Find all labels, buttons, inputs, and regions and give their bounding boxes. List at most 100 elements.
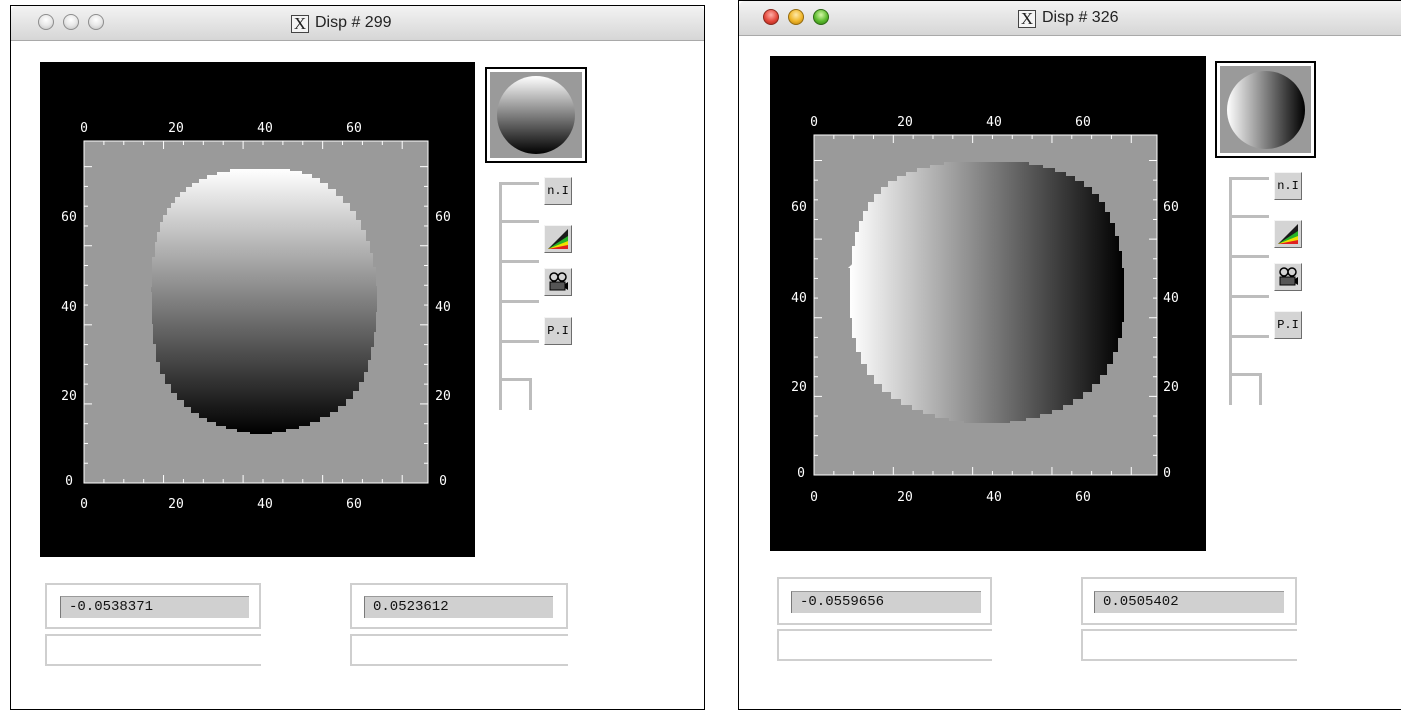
x-top-tick-40: 40 xyxy=(257,121,273,136)
x-top-tick-60: 60 xyxy=(346,121,362,136)
film-camera-icon xyxy=(1279,267,1298,286)
x-bottom-tick-60: 60 xyxy=(1075,490,1091,505)
plot-area[interactable]: 0 20 40 60 0 20 40 60 0 20 40 60 0 20 40… xyxy=(40,62,475,557)
title-bar[interactable]: X Disp # 299 xyxy=(11,6,704,41)
tree-vertical-line xyxy=(1229,177,1232,405)
y-left-tick-0: 0 xyxy=(797,466,805,481)
x-bottom-tick-0: 0 xyxy=(80,497,88,512)
y-right-tick-20: 20 xyxy=(1163,380,1179,395)
tool-tree xyxy=(499,182,579,412)
tree-branch xyxy=(499,260,539,263)
x-bottom-tick-40: 40 xyxy=(986,490,1002,505)
tree-vertical-line xyxy=(499,182,502,410)
zoom-button[interactable] xyxy=(813,9,829,25)
y-right-tick-60: 60 xyxy=(1163,200,1179,215)
tree-branch xyxy=(1229,335,1269,338)
p-i-button-label: P.I xyxy=(547,324,569,338)
x-top-tick-0: 0 xyxy=(80,121,88,136)
thumbnail-disk xyxy=(497,76,575,154)
display-window-326: X Disp # 326 0 20 40 60 0 20 40 60 0 20 … xyxy=(738,0,1401,710)
tree-branch xyxy=(499,220,539,223)
y-right-tick-40: 40 xyxy=(435,300,451,315)
max-value-input[interactable]: 0.0505402 xyxy=(1094,591,1284,613)
x-top-tick-20: 20 xyxy=(897,115,913,130)
phase-disk xyxy=(151,169,377,434)
window-title-text: Disp # 299 xyxy=(315,14,392,31)
tree-branch xyxy=(1229,373,1259,376)
color-table-button[interactable] xyxy=(1274,220,1302,248)
thumbnail-disk xyxy=(1226,70,1305,149)
color-table-button[interactable] xyxy=(544,225,572,253)
min-value-input[interactable]: -0.0538371 xyxy=(60,596,249,618)
n-i-button[interactable]: n.I xyxy=(544,177,572,205)
minimize-button[interactable] xyxy=(63,14,79,30)
tree-stub xyxy=(1259,373,1262,405)
tree-branch xyxy=(499,182,539,185)
n-i-button-label: n.I xyxy=(547,184,569,198)
max-value-secondary-field[interactable] xyxy=(350,634,568,666)
x-top-tick-60: 60 xyxy=(1075,115,1091,130)
max-value-secondary-field[interactable] xyxy=(1081,629,1297,661)
tree-branch xyxy=(1229,295,1269,298)
film-camera-icon xyxy=(549,272,568,291)
max-value-input[interactable]: 0.0523612 xyxy=(364,596,553,618)
min-value-secondary-field[interactable] xyxy=(777,629,992,661)
tree-branch xyxy=(1229,255,1269,258)
color-wedge-icon xyxy=(1278,224,1298,244)
x-bottom-tick-20: 20 xyxy=(897,490,913,505)
y-right-tick-0: 0 xyxy=(439,474,447,489)
y-left-tick-60: 60 xyxy=(61,210,77,225)
y-left-tick-0: 0 xyxy=(65,474,73,489)
x-bottom-tick-40: 40 xyxy=(257,497,273,512)
y-right-tick-40: 40 xyxy=(1163,291,1179,306)
n-i-button[interactable]: n.I xyxy=(1274,172,1302,200)
p-i-button[interactable]: P.I xyxy=(544,317,572,345)
y-left-tick-20: 20 xyxy=(791,380,807,395)
min-value-secondary-field[interactable] xyxy=(45,634,261,666)
y-left-tick-20: 20 xyxy=(61,389,77,404)
x-top-tick-40: 40 xyxy=(986,115,1002,130)
plot-svg[interactable]: 0 20 40 60 0 20 40 60 0 20 40 60 0 20 40… xyxy=(40,62,475,557)
tree-branch xyxy=(499,378,529,381)
min-value-input[interactable]: -0.0559656 xyxy=(791,591,981,613)
p-i-button-label: P.I xyxy=(1277,318,1299,332)
y-left-tick-60: 60 xyxy=(791,200,807,215)
tree-branch xyxy=(1229,215,1269,218)
window-title: X Disp # 299 xyxy=(291,6,392,40)
y-right-tick-20: 20 xyxy=(435,389,451,404)
thumbnail-preview[interactable] xyxy=(1215,61,1316,158)
tree-branch xyxy=(499,300,539,303)
tree-branch xyxy=(1229,177,1269,180)
x-top-tick-20: 20 xyxy=(168,121,184,136)
x11-icon: X xyxy=(291,15,309,33)
y-right-tick-60: 60 xyxy=(435,210,451,225)
close-button[interactable] xyxy=(38,14,54,30)
window-title-text: Disp # 326 xyxy=(1042,9,1119,26)
x-top-tick-0: 0 xyxy=(810,115,818,130)
tool-tree xyxy=(1229,177,1309,407)
thumbnail-background xyxy=(1220,66,1311,153)
x-bottom-tick-20: 20 xyxy=(168,497,184,512)
tree-branch xyxy=(499,340,539,343)
movie-button[interactable] xyxy=(1274,263,1302,291)
color-wedge-icon xyxy=(548,229,568,249)
thumbnail-background xyxy=(490,72,582,158)
n-i-button-label: n.I xyxy=(1277,179,1299,193)
thumbnail-preview[interactable] xyxy=(485,67,587,163)
plot-area[interactable]: 0 20 40 60 0 20 40 60 0 20 40 60 0 20 40… xyxy=(770,56,1206,551)
close-button[interactable] xyxy=(763,9,779,25)
minimize-button[interactable] xyxy=(788,9,804,25)
x11-icon: X xyxy=(1018,10,1036,28)
title-bar[interactable]: X Disp # 326 xyxy=(739,1,1401,36)
plot-svg[interactable]: 0 20 40 60 0 20 40 60 0 20 40 60 0 20 40… xyxy=(770,56,1206,551)
zoom-button[interactable] xyxy=(88,14,104,30)
display-window-299: X Disp # 299 0 20 40 60 0 20 40 60 0 20 … xyxy=(10,5,705,710)
p-i-button[interactable]: P.I xyxy=(1274,311,1302,339)
window-title: X Disp # 326 xyxy=(1018,1,1119,35)
phase-disk-shape xyxy=(850,162,1124,423)
x-bottom-tick-60: 60 xyxy=(346,497,362,512)
y-left-tick-40: 40 xyxy=(61,300,77,315)
y-right-tick-0: 0 xyxy=(1163,466,1171,481)
movie-button[interactable] xyxy=(544,268,572,296)
y-left-tick-40: 40 xyxy=(791,291,807,306)
